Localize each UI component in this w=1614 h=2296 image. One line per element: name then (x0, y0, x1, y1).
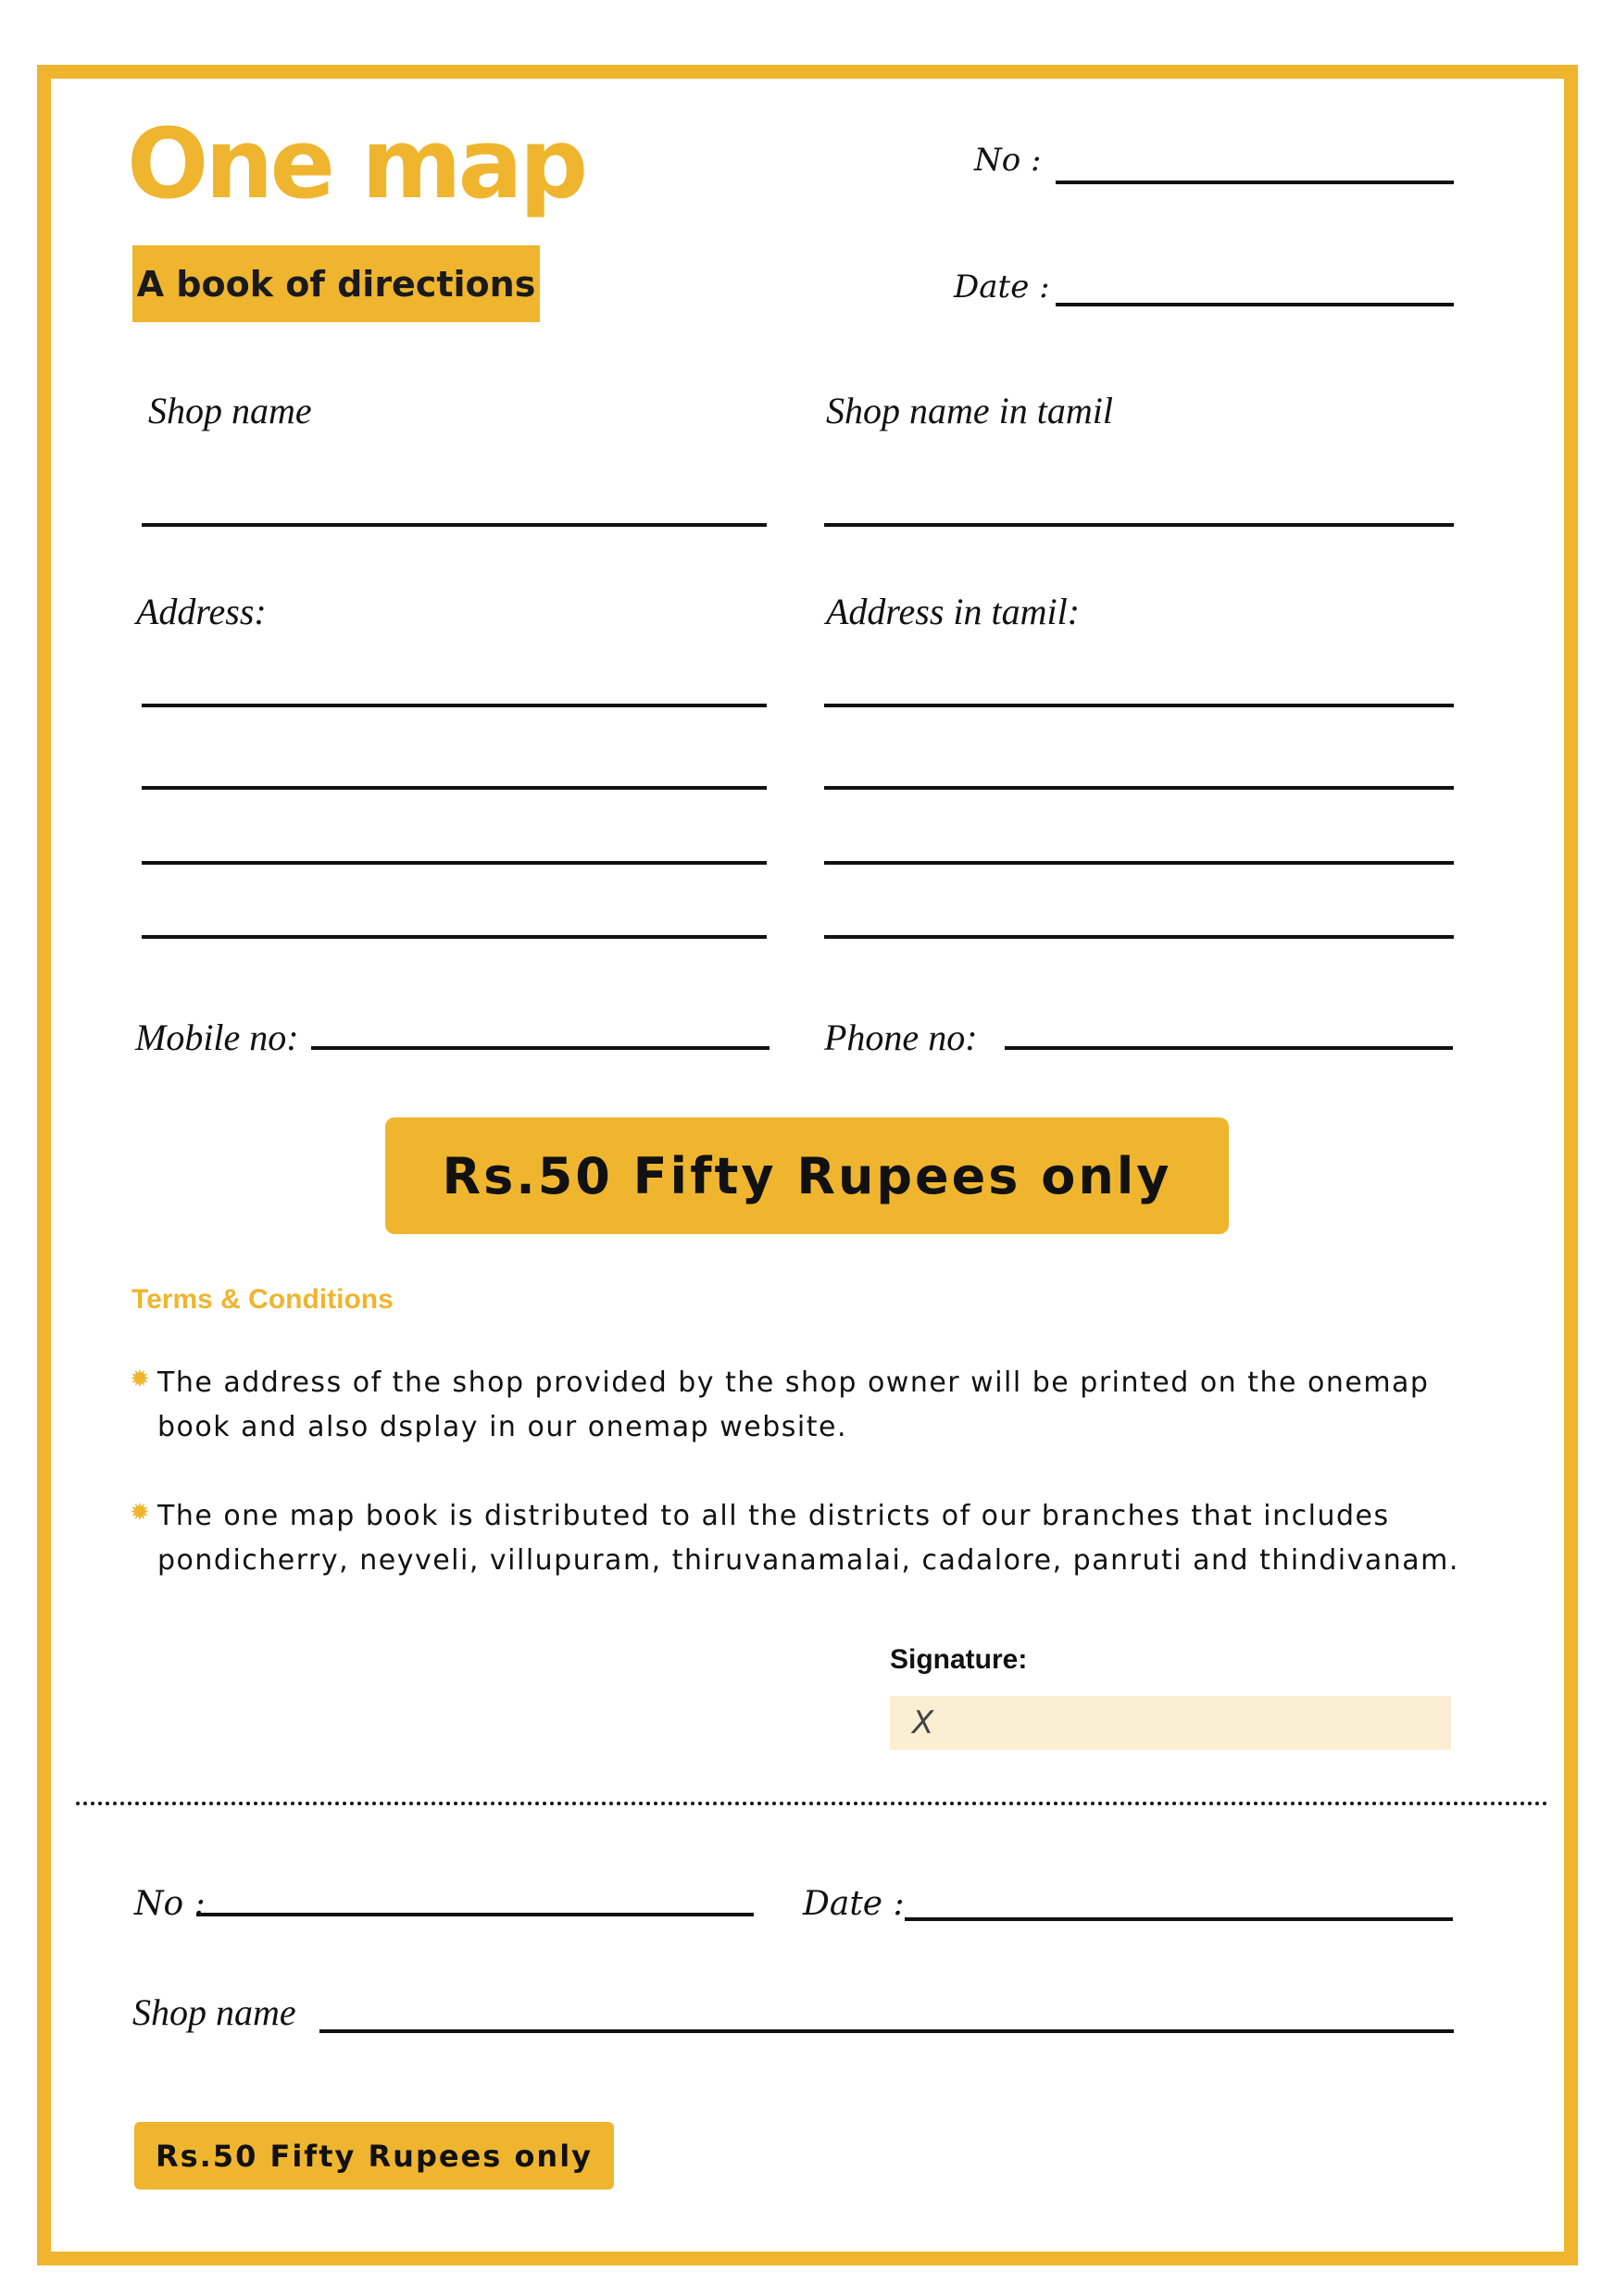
stub-no-label: No : (134, 1885, 206, 1923)
term-item-2: The one map book is distributed to all t… (157, 1500, 1459, 1577)
tear-line (76, 1802, 1548, 1805)
address-label: Address: (136, 591, 267, 632)
address-tamil-line-1[interactable] (824, 704, 1454, 707)
stub-date-label: Date : (803, 1885, 905, 1923)
phone-field[interactable] (1005, 1046, 1453, 1050)
price-banner: Rs.50 Fifty Rupees only (385, 1117, 1229, 1234)
stub-date-field[interactable] (905, 1917, 1453, 1921)
shop-name-tamil-field[interactable] (824, 523, 1454, 527)
stub-shop-name-label: Shop name (132, 1991, 296, 2033)
terms-heading: Terms & Conditions (131, 1284, 394, 1315)
address-tamil-line-2[interactable] (824, 786, 1454, 790)
sun-burst-icon: ✹ (130, 1499, 150, 1527)
date-field[interactable] (1056, 303, 1454, 306)
date-label: Date : (954, 268, 1050, 306)
sun-burst-icon: ✹ (130, 1366, 150, 1393)
address-tamil-label: Address in tamil: (826, 591, 1081, 632)
term-bullet-2: ✹ (130, 1499, 150, 1527)
address-tamil-line-3[interactable] (824, 861, 1454, 865)
shop-name-label: Shop name (148, 390, 312, 431)
address-line-3[interactable] (142, 861, 767, 865)
stub-price-banner: Rs.50 Fifty Rupees only (134, 2122, 614, 2190)
address-line-1[interactable] (142, 704, 767, 707)
stub-shop-name-field[interactable] (319, 2029, 1454, 2033)
address-line-2[interactable] (142, 786, 767, 790)
no-field[interactable] (1056, 181, 1454, 184)
signature-label: Signature: (890, 1644, 1028, 1675)
term-bullet-1: ✹ (130, 1366, 150, 1393)
address-line-4[interactable] (142, 935, 767, 939)
term-item-1: The address of the shop provided by the … (157, 1366, 1430, 1443)
address-tamil-line-4[interactable] (824, 935, 1454, 939)
stub-no-field[interactable] (196, 1913, 754, 1916)
brand-title: One map (127, 107, 588, 220)
shop-name-field[interactable] (142, 523, 767, 527)
shop-name-tamil-label: Shop name in tamil (826, 390, 1113, 431)
mobile-label: Mobile no: (135, 1017, 299, 1058)
signature-field[interactable]: X (890, 1696, 1451, 1750)
signature-placeholder: X (912, 1704, 934, 1741)
no-label: No : (974, 142, 1042, 179)
phone-label: Phone no: (824, 1017, 978, 1058)
mobile-field[interactable] (311, 1046, 769, 1050)
brand-tagline: A book of directions (132, 245, 540, 322)
